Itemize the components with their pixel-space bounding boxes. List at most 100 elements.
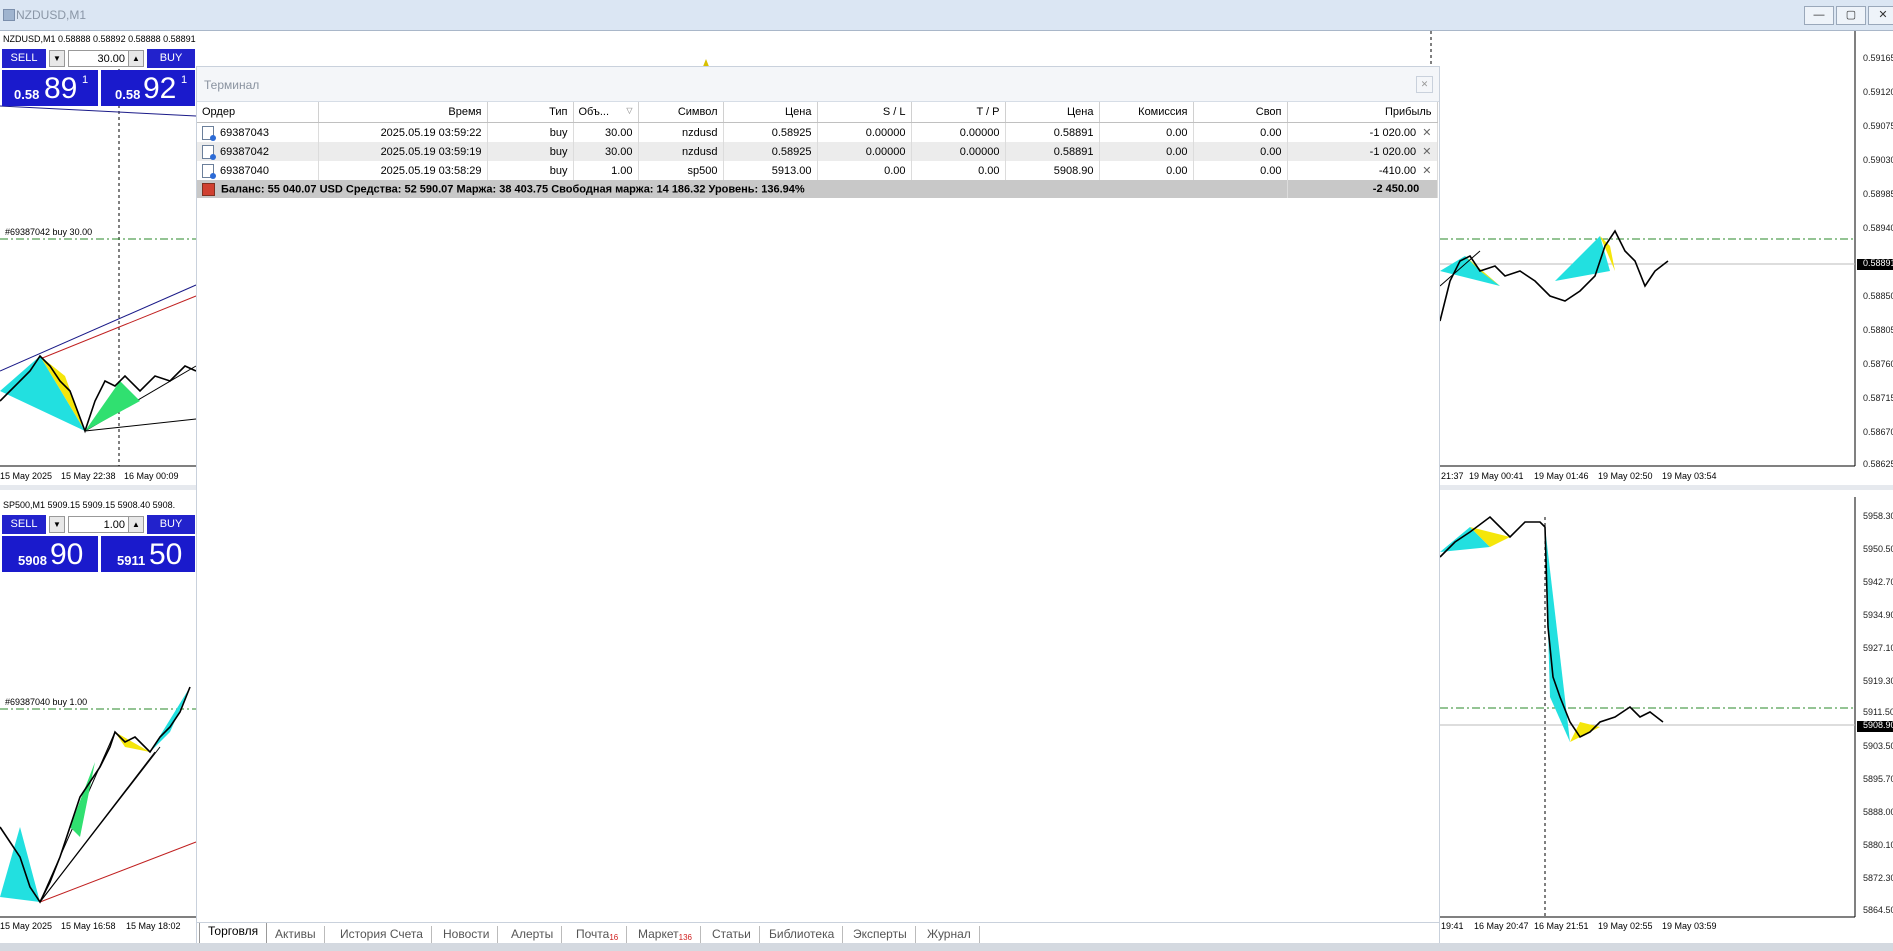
terminal-title: Терминал [204,78,260,92]
tab-mail[interactable]: Почта16 [568,926,628,944]
price-tick: 0.58670 [1863,427,1893,437]
tab-experts[interactable]: Эксперты [845,926,916,944]
price-tick: 0.58940 [1863,223,1893,233]
close-order-icon[interactable]: ✕ [1422,127,1431,139]
price-tick: 0.58850 [1863,291,1893,301]
time-label: 19 May 02:50 [1598,471,1653,481]
price-scale[interactable]: 5958.30 5950.50 5942.70 5934.90 5927.10 … [1858,497,1893,917]
minimize-button[interactable]: — [1804,6,1834,25]
col-profit[interactable]: Прибыль [1287,102,1438,123]
balance-row[interactable]: Баланс: 55 040.07 USD Средства: 52 590.0… [197,180,1438,198]
order-sl[interactable]: 0.00000 [817,142,912,161]
market-badge: 136 [678,933,692,942]
price-tick: 0.59120 [1863,87,1893,97]
balance-icon [202,182,215,196]
col-time[interactable]: Время [318,102,488,123]
buy-quote[interactable]: 5911 50 [101,536,195,572]
mail-badge: 16 [609,933,619,942]
current-price-label: 5908.90 [1863,720,1893,730]
tab-articles[interactable]: Статьи [704,926,760,944]
col-current-price[interactable]: Цена [1005,102,1100,123]
sell-price-pip: 1 [82,74,89,86]
price-scale[interactable]: 0.59165 0.59120 0.59075 0.59030 0.58985 … [1858,31,1893,469]
close-window-button[interactable]: ✕ [1868,6,1893,25]
price-tick: 5872.30 [1863,873,1893,883]
table-row[interactable]: 69387040 2025.05.19 03:58:29 buy 1.00 sp… [197,161,1438,180]
price-tick: 0.59075 [1863,121,1893,131]
buy-button[interactable]: BUY [147,49,195,68]
col-order[interactable]: Ордер [197,102,319,123]
volume-down-arrow-icon[interactable]: ▼ [49,50,65,67]
volume-up-arrow-icon[interactable]: ▲ [128,516,144,533]
price-tick: 5950.50 [1863,544,1893,554]
terminal-tabs: Торговля Активы История Счета Новости Ал… [197,922,1439,945]
price-tick: 0.58985 [1863,189,1893,199]
tab-library[interactable]: Библиотека [761,926,844,944]
close-order-icon[interactable]: ✕ [1422,146,1431,158]
tab-assets[interactable]: Активы [267,926,325,944]
col-commission[interactable]: Комиссия [1099,102,1194,123]
time-label: 16 May 21:51 [1534,921,1589,931]
table-row[interactable]: 69387042 2025.05.19 03:59:19 buy 30.00 n… [197,142,1438,161]
sell-button[interactable]: SELL [2,49,46,68]
volume-up-arrow-icon[interactable]: ▲ [128,50,144,67]
price-tick: 5958.30 [1863,511,1893,521]
order-time: 2025.05.19 03:59:22 [318,122,488,142]
order-type: buy [487,122,574,142]
order-tp[interactable]: 0.00000 [911,142,1006,161]
buy-quote[interactable]: 0.58 92 1 [101,70,195,106]
tab-label: Активы [275,927,316,941]
order-commission: 0.00 [1099,161,1194,180]
order-line-label[interactable]: #69387040 buy 1.00 [5,697,87,707]
tab-account-history[interactable]: История Счета [332,926,432,944]
buy-price-pip: 1 [181,74,188,86]
col-tp[interactable]: T / P [911,102,1006,123]
close-icon[interactable]: ✕ [1416,76,1433,93]
tab-journal[interactable]: Журнал [919,926,980,944]
tab-trade[interactable]: Торговля [199,923,268,944]
table-row[interactable]: 69387043 2025.05.19 03:59:22 buy 30.00 n… [197,122,1438,142]
time-label: 15 May 2025 [0,921,53,931]
sell-quote[interactable]: 0.58 89 1 [2,70,98,106]
buy-button[interactable]: BUY [147,515,195,534]
price-tick: 5895.70 [1863,774,1893,784]
sell-button[interactable]: SELL [2,515,46,534]
price-tick: 5864.50 [1863,905,1893,915]
col-type[interactable]: Тип [487,102,574,123]
col-volume[interactable]: Объ... ▽ [573,102,639,123]
price-tick: 5911.50 [1863,707,1893,717]
balance-summary: Баланс: 55 040.07 USD Средства: 52 590.0… [221,182,805,195]
order-price: 0.58925 [723,142,818,161]
restore-button[interactable]: ▢ [1836,6,1866,25]
total-profit: -2 450.00 [1372,183,1420,195]
order-tp[interactable]: 0.00000 [911,122,1006,142]
buy-price-prefix: 5911 [117,553,146,568]
tab-label: Алерты [511,927,554,941]
col-price[interactable]: Цена [723,102,818,123]
tab-label: Почта [576,927,610,941]
sell-price-big: 90 [50,538,84,571]
window-titlebar: NZDUSD,M1 — ▢ ✕ [0,0,1893,31]
time-label: 15 May 22:38 [61,471,116,481]
tab-alerts[interactable]: Алерты [503,926,563,944]
current-price-label: 0.58891 [1863,258,1893,268]
col-symbol[interactable]: Символ [638,102,724,123]
tab-market[interactable]: Маркет136 [630,926,701,944]
terminal-titlebar[interactable]: Терминал ✕ [197,67,1439,102]
sell-quote[interactable]: 5908 90 [2,536,98,572]
order-price: 0.58925 [723,122,818,142]
col-sl[interactable]: S / L [817,102,912,123]
col-volume-label: Объ... [578,106,610,118]
tab-news[interactable]: Новости [435,926,499,944]
close-order-icon[interactable]: ✕ [1422,165,1431,177]
order-line-label[interactable]: #69387042 buy 30.00 [5,227,92,237]
time-label: 19 May 03:59 [1662,921,1717,931]
order-commission: 0.00 [1099,122,1194,142]
time-label: 19 May 00:41 [1469,471,1524,481]
order-tp[interactable]: 0.00 [911,161,1006,180]
volume-down-arrow-icon[interactable]: ▼ [49,516,65,533]
order-type: buy [487,161,574,180]
order-sl[interactable]: 0.00 [817,161,912,180]
order-sl[interactable]: 0.00000 [817,122,912,142]
col-swap[interactable]: Своп [1193,102,1288,123]
